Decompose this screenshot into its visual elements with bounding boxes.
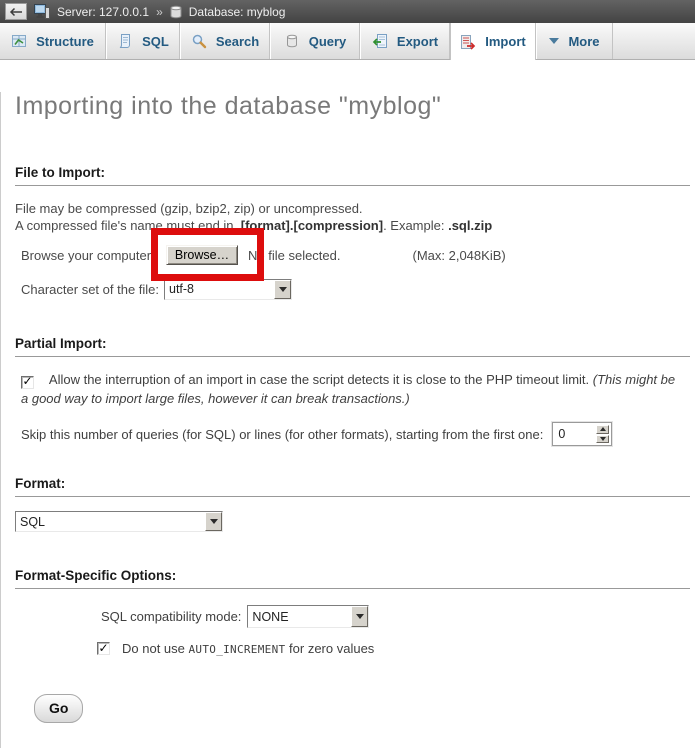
auto-increment-option-row: ✓ Do not use AUTO_INCREMENT for zero val… [97,641,692,656]
charset-row: Character set of the file: utf-8 [15,278,692,300]
tab-more[interactable]: More [536,23,613,59]
skip-queries-label: Skip this number of queries (for SQL) or… [21,427,543,442]
arrow-up-icon [600,427,606,431]
auto-increment-checkbox[interactable]: ✓ [97,642,110,655]
spinner-up-button[interactable] [596,425,609,434]
sql-compatibility-value: NONE [248,610,351,624]
tab-label: Structure [36,34,94,49]
tab-label: SQL [142,34,169,49]
chevron-down-icon [549,38,559,44]
tab-import[interactable]: Import [450,23,536,60]
back-arrow-icon [9,7,23,17]
sql-compatibility-row: SQL compatibility mode: NONE [101,605,692,628]
section-heading-format: Format: [15,476,690,497]
tab-bar: Structure SQL Search Query Ex [0,23,695,60]
skip-queries-row: Skip this number of queries (for SQL) or… [15,422,692,446]
tab-search[interactable]: Search [180,23,270,59]
allow-interrupt-checkbox[interactable]: ✓ [21,376,34,389]
max-upload-size-text: (Max: 2,048KiB) [413,248,506,263]
spinner-down-button[interactable] [596,435,609,444]
arrow-down-icon [600,437,606,441]
dropdown-arrow-icon [205,512,222,531]
breadcrumb-server[interactable]: Server: 127.0.0.1 [57,5,149,19]
skip-queries-value: 0 [553,423,594,445]
filename-format-text: A compressed file's name must end in .[f… [15,218,692,233]
import-icon [460,34,476,50]
query-icon [284,33,300,49]
charset-select[interactable]: utf-8 [164,279,292,300]
section-heading-file-to-import: File to Import: [15,165,690,186]
tab-label: Export [397,34,438,49]
section-heading-partial-import: Partial Import: [15,336,690,357]
dropdown-arrow-icon [351,606,368,627]
section-heading-format-specific-options: Format-Specific Options: [15,568,690,589]
compression-info-text: File may be compressed (gzip, bzip2, zip… [15,201,692,216]
format-select[interactable]: SQL [15,511,223,532]
allow-interrupt-option: ✓ Allow the interruption of an import in… [15,370,692,408]
tab-label: More [568,34,599,49]
no-file-selected-text: No file selected. [248,248,341,263]
sql-icon [117,33,133,49]
spinner-buttons [594,423,611,445]
allow-interrupt-text: Allow the interruption of an import in c… [49,372,593,387]
charset-label: Character set of the file: [21,282,164,297]
breadcrumb-database[interactable]: Database: myblog [189,5,286,19]
back-button[interactable] [5,3,27,20]
breadcrumb-bar: Server: 127.0.0.1 » Database: myblog [0,0,695,23]
structure-icon [11,33,27,49]
dropdown-arrow-icon [274,280,291,299]
browse-button[interactable]: Browse… [166,245,238,265]
tab-export[interactable]: Export [360,23,450,59]
database-icon [170,5,182,19]
tab-label: Import [485,34,525,49]
tab-structure[interactable]: Structure [0,23,106,59]
sql-compatibility-label: SQL compatibility mode: [101,609,241,624]
export-icon [372,33,388,49]
checkmark-icon: ✓ [22,375,32,387]
go-button[interactable]: Go [34,694,83,723]
auto-increment-text: Do not use AUTO_INCREMENT for zero value… [122,641,374,656]
skip-queries-input[interactable]: 0 [552,422,612,446]
server-icon [34,4,50,19]
sql-compatibility-select[interactable]: NONE [247,605,369,628]
tab-label: Query [309,34,347,49]
breadcrumb-separator: » [156,5,163,19]
tab-sql[interactable]: SQL [106,23,180,59]
tab-query[interactable]: Query [270,23,360,59]
tab-label: Search [216,34,259,49]
format-selected-value: SQL [16,515,205,529]
search-icon [191,33,207,49]
file-upload-row: Browse your computer: Browse… No file se… [15,244,692,266]
charset-selected-value: utf-8 [165,282,274,296]
main-content: Importing into the database "myblog" Fil… [0,92,695,748]
browse-label: Browse your computer: [21,248,164,263]
page-title: Importing into the database "myblog" [15,92,692,121]
checkmark-icon: ✓ [98,642,108,654]
